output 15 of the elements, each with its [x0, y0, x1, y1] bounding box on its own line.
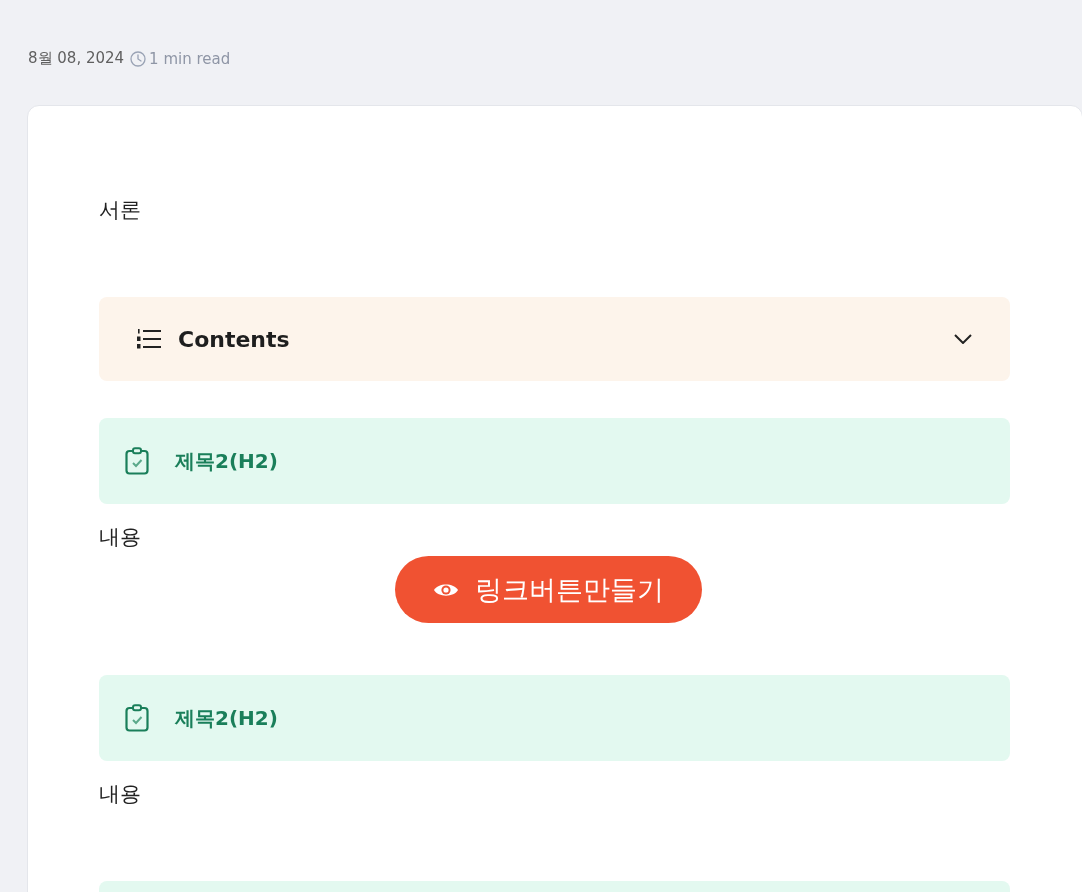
heading-text: 제목2(H2) [175, 704, 278, 732]
paragraph-text: 서론 [99, 198, 142, 222]
read-time: 1 min read [149, 49, 231, 68]
post-date: 8월 08, 2024 [28, 49, 125, 68]
clipboard-check-icon [125, 704, 149, 732]
clock-icon [130, 50, 147, 67]
paragraph-text: 내용 [99, 782, 142, 806]
list-icon [137, 328, 161, 350]
clipboard-check-icon [125, 447, 149, 475]
paragraph-text: 내용 [99, 525, 142, 549]
link-button[interactable]: 링크버튼만들기 [395, 556, 702, 623]
heading-text: 제목2(H2) [175, 447, 278, 475]
contents-title: Contents [178, 326, 291, 352]
contents-box[interactable]: Contents [99, 297, 1010, 381]
chevron-down-icon[interactable] [954, 334, 972, 344]
